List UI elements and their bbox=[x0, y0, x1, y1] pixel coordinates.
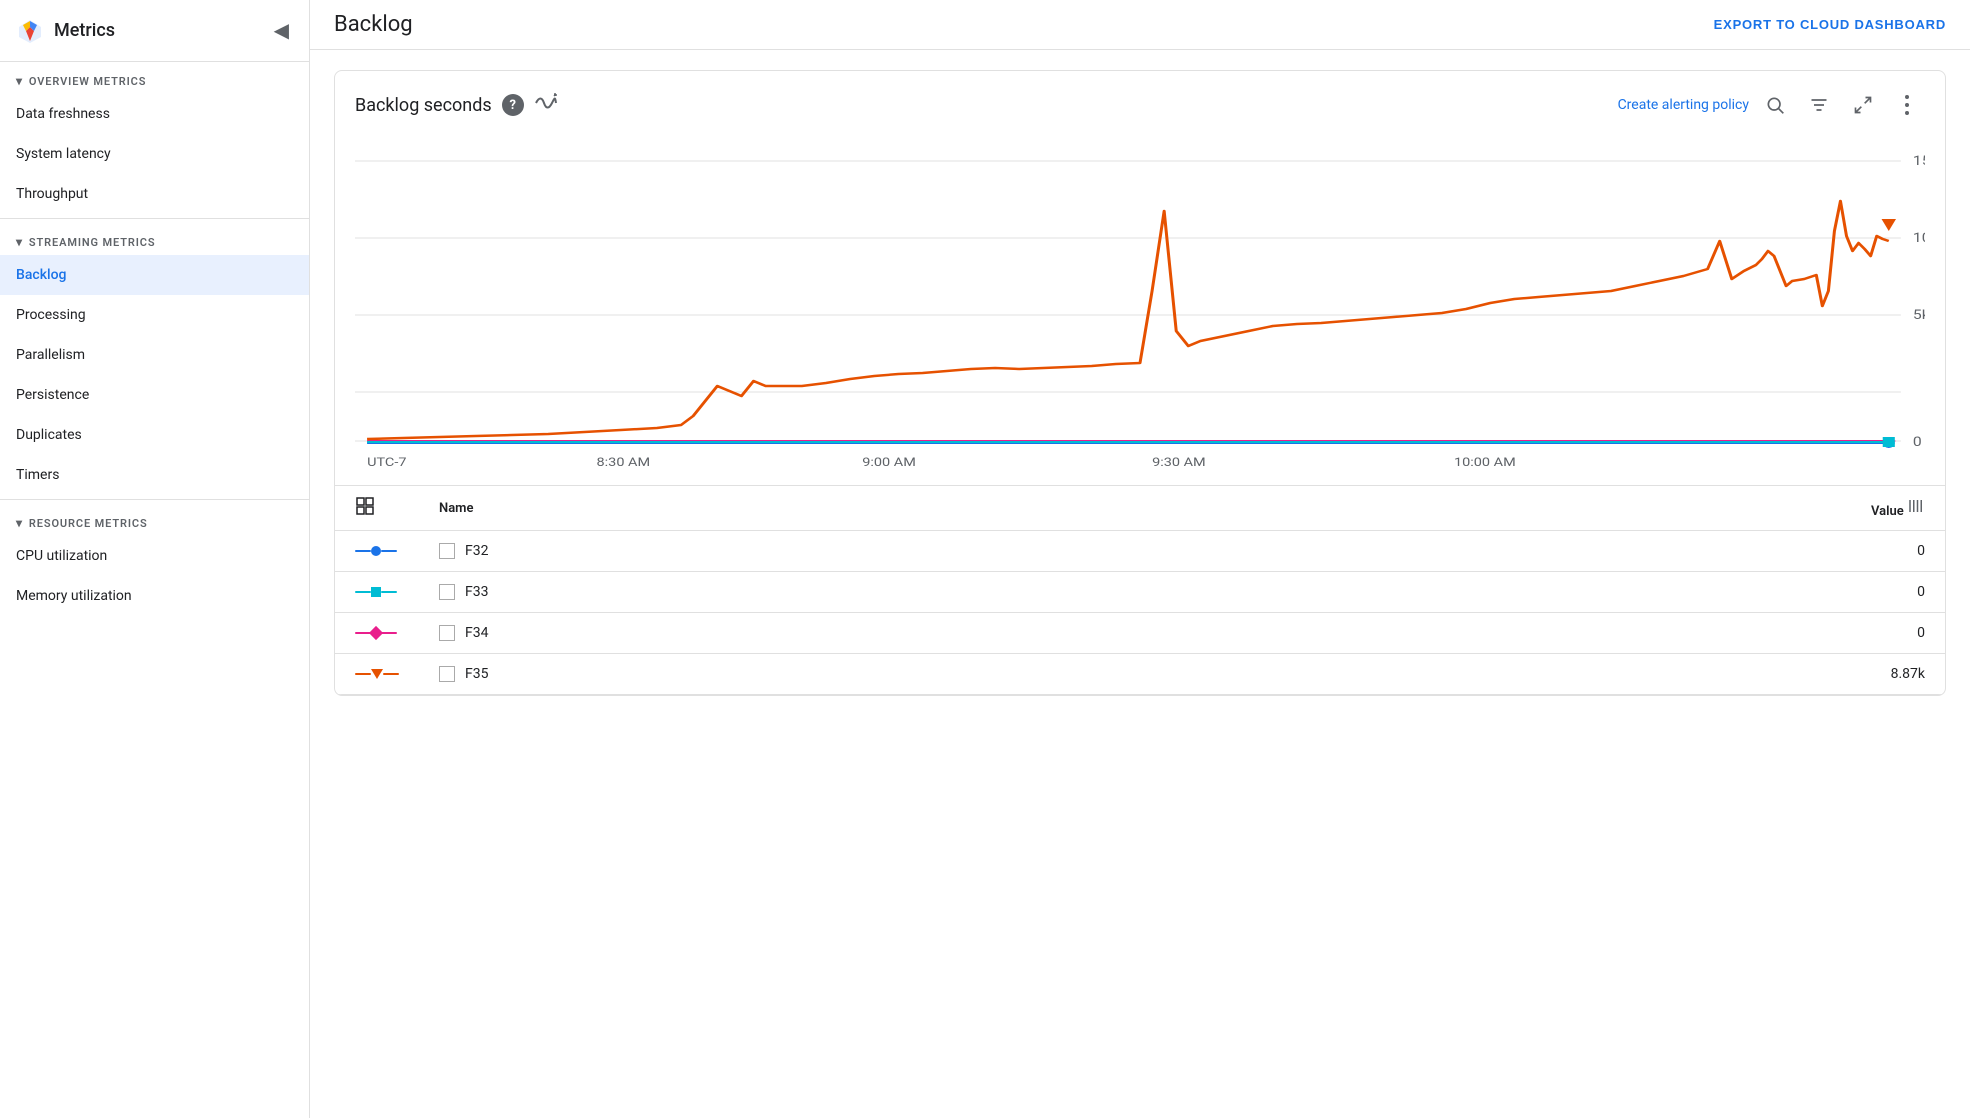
section-streaming-metrics[interactable]: ▾ STREAMING METRICS bbox=[0, 223, 309, 255]
table-row: F33 0 bbox=[335, 572, 1945, 613]
chart-container: 15k 10k 5k 0 UTC-7 8:30 AM 9:00 AM 9:30 … bbox=[335, 131, 1945, 485]
smooth-line-icon[interactable] bbox=[534, 91, 558, 120]
sidebar: Metrics ◀ ▾ OVERVIEW METRICS Data freshn… bbox=[0, 0, 310, 1118]
sidebar-item-memory-utilization[interactable]: Memory utilization bbox=[0, 576, 309, 616]
sidebar-item-processing[interactable]: Processing bbox=[0, 295, 309, 335]
f34-checkbox[interactable] bbox=[439, 625, 455, 641]
sidebar-item-data-freshness[interactable]: Data freshness bbox=[0, 94, 309, 134]
column-options-button[interactable] bbox=[1907, 497, 1925, 520]
series-label-f35: F35 bbox=[419, 654, 1163, 695]
sidebar-title: Metrics bbox=[54, 20, 115, 41]
series-label-f34: F34 bbox=[419, 613, 1163, 654]
backlog-chart-svg: 15k 10k 5k 0 UTC-7 8:30 AM 9:00 AM 9:30 … bbox=[355, 131, 1925, 471]
series-indicator-f34 bbox=[335, 613, 419, 654]
sidebar-item-timers[interactable]: Timers bbox=[0, 455, 309, 495]
chart-title: Backlog seconds bbox=[355, 95, 492, 116]
series-value-f35: 8.87k bbox=[1163, 654, 1945, 695]
chevron-down-icon-resource: ▾ bbox=[16, 516, 23, 530]
table-header-icon bbox=[335, 486, 419, 531]
main-content: Backlog EXPORT TO CLOUD DASHBOARD Backlo… bbox=[310, 0, 1970, 1118]
svg-text:10k: 10k bbox=[1913, 230, 1925, 245]
f35-checkbox[interactable] bbox=[439, 666, 455, 682]
sidebar-item-parallelism[interactable]: Parallelism bbox=[0, 335, 309, 375]
chart-area: Backlog seconds ? Create alerting policy bbox=[310, 50, 1970, 1118]
chevron-down-icon: ▾ bbox=[16, 74, 23, 88]
logo-icon bbox=[16, 17, 44, 45]
sidebar-logo: Metrics bbox=[16, 17, 115, 45]
svg-text:8:30 AM: 8:30 AM bbox=[597, 456, 651, 470]
series-indicator-f35 bbox=[335, 654, 419, 695]
chart-card: Backlog seconds ? Create alerting policy bbox=[334, 70, 1946, 696]
search-button[interactable] bbox=[1757, 87, 1793, 123]
series-value-f33: 0 bbox=[1163, 572, 1945, 613]
page-title: Backlog bbox=[334, 12, 413, 37]
sidebar-item-system-latency[interactable]: System latency bbox=[0, 134, 309, 174]
section-overview-metrics[interactable]: ▾ OVERVIEW METRICS bbox=[0, 62, 309, 94]
table-row: F34 0 bbox=[335, 613, 1945, 654]
chart-actions: Create alerting policy bbox=[1618, 87, 1925, 123]
chart-header: Backlog seconds ? Create alerting policy bbox=[335, 71, 1945, 131]
f32-checkbox[interactable] bbox=[439, 543, 455, 559]
table-header-value: Value bbox=[1163, 486, 1945, 531]
chart-title-area: Backlog seconds ? bbox=[355, 91, 558, 120]
create-alerting-policy-link[interactable]: Create alerting policy bbox=[1618, 97, 1749, 113]
sidebar-collapse-button[interactable]: ◀ bbox=[270, 14, 293, 47]
table-row: F35 8.87k bbox=[335, 654, 1945, 695]
chevron-down-icon-streaming: ▾ bbox=[16, 235, 23, 249]
svg-text:UTC-7: UTC-7 bbox=[367, 456, 406, 470]
fullscreen-button[interactable] bbox=[1845, 87, 1881, 123]
svg-text:9:00 AM: 9:00 AM bbox=[862, 456, 916, 470]
section-resource-metrics[interactable]: ▾ RESOURCE METRICS bbox=[0, 504, 309, 536]
export-to-cloud-button[interactable]: EXPORT TO CLOUD DASHBOARD bbox=[1714, 17, 1946, 32]
series-label-f33: F33 bbox=[419, 572, 1163, 613]
sidebar-header: Metrics ◀ bbox=[0, 0, 309, 62]
series-checkbox-f32[interactable]: F32 bbox=[419, 531, 1163, 572]
svg-text:0: 0 bbox=[1913, 434, 1922, 449]
sidebar-item-backlog[interactable]: Backlog bbox=[0, 255, 309, 295]
sidebar-item-throughput[interactable]: Throughput bbox=[0, 174, 309, 214]
series-value-f34: 0 bbox=[1163, 613, 1945, 654]
svg-text:10:00 AM: 10:00 AM bbox=[1454, 456, 1516, 470]
more-options-button[interactable] bbox=[1889, 87, 1925, 123]
sidebar-item-cpu-utilization[interactable]: CPU utilization bbox=[0, 536, 309, 576]
table-row: F32 0 bbox=[335, 531, 1945, 572]
filter-button[interactable] bbox=[1801, 87, 1837, 123]
f33-checkbox[interactable] bbox=[439, 584, 455, 600]
svg-text:9:30 AM: 9:30 AM bbox=[1152, 456, 1206, 470]
help-icon[interactable]: ? bbox=[502, 94, 524, 116]
svg-text:5k: 5k bbox=[1913, 307, 1925, 322]
sidebar-item-duplicates[interactable]: Duplicates bbox=[0, 415, 309, 455]
series-value-f32: 0 bbox=[1163, 531, 1945, 572]
main-header: Backlog EXPORT TO CLOUD DASHBOARD bbox=[310, 0, 1970, 50]
sidebar-item-persistence[interactable]: Persistence bbox=[0, 375, 309, 415]
table-header-name: Name bbox=[419, 486, 1163, 531]
table-icon bbox=[355, 496, 375, 516]
legend-table: Name Value bbox=[335, 485, 1945, 695]
svg-text:15k: 15k bbox=[1913, 153, 1925, 168]
series-indicator-f32 bbox=[335, 531, 419, 572]
series-indicator-f33 bbox=[335, 572, 419, 613]
